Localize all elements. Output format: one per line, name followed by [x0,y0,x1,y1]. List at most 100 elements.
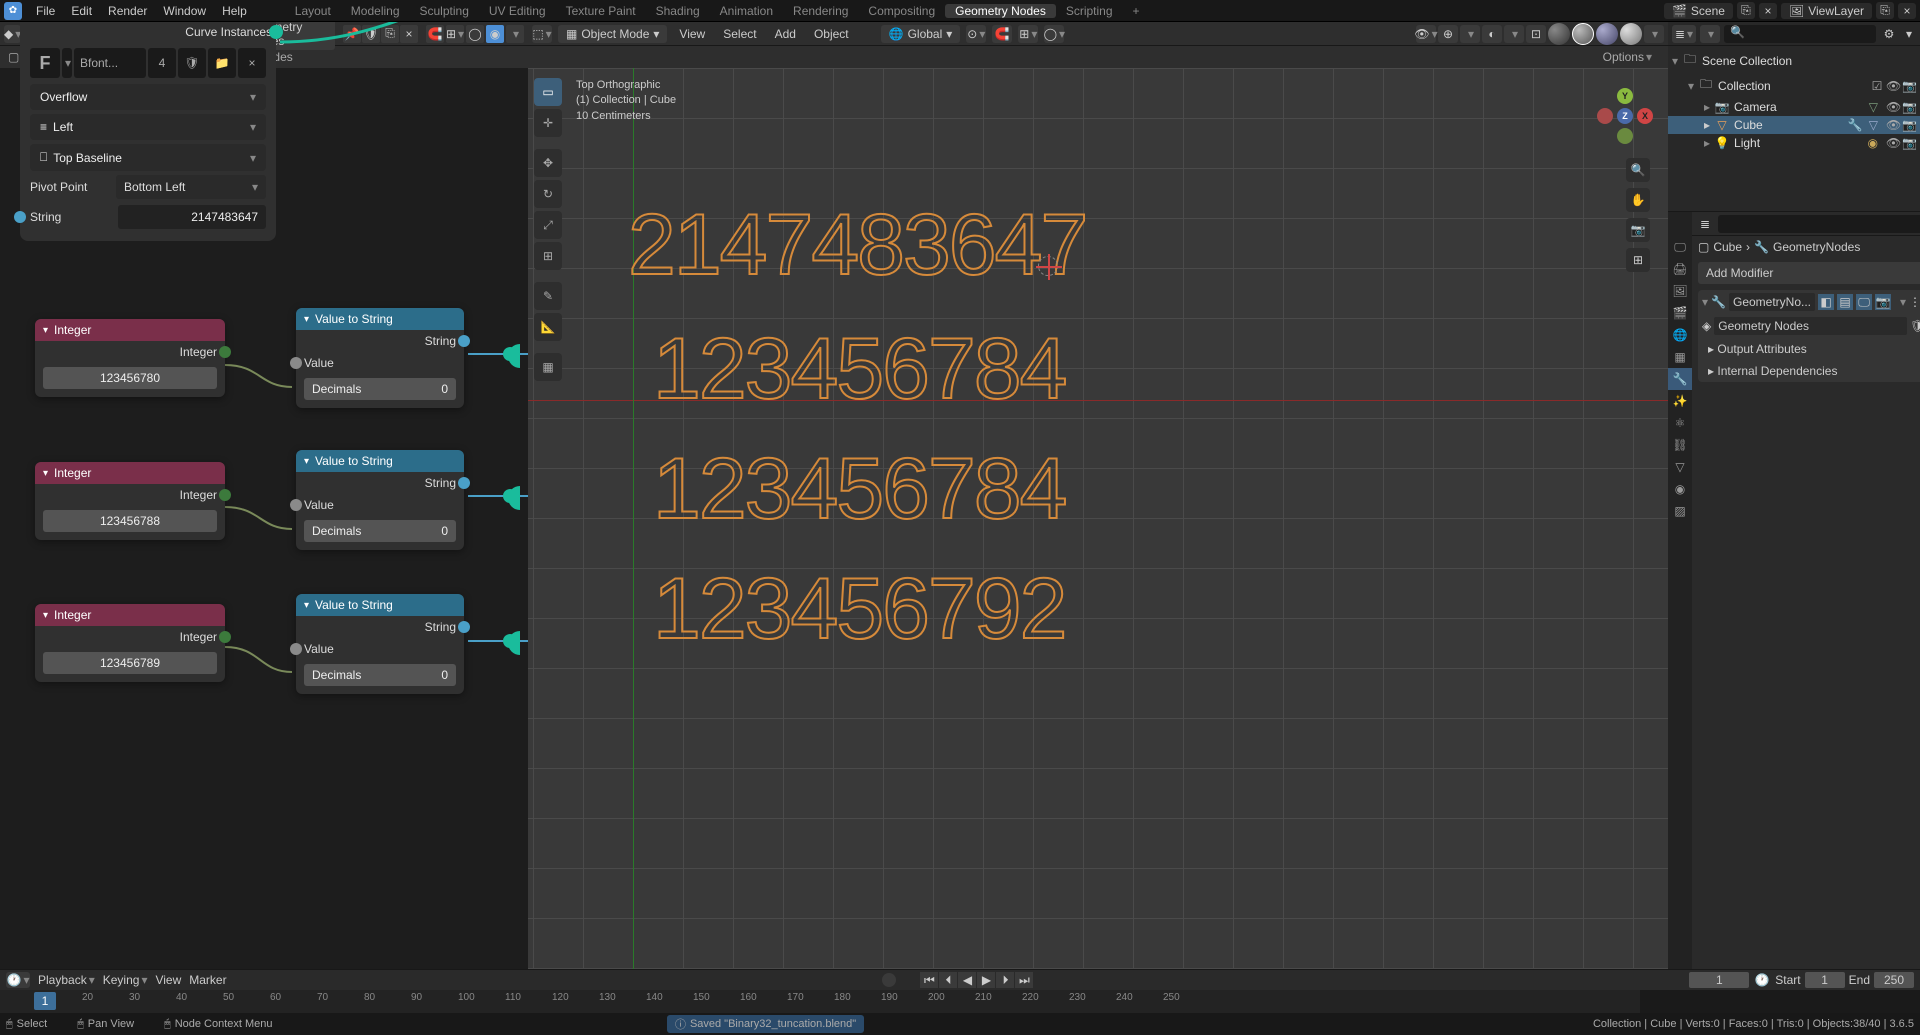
font-unlink[interactable]: × [238,48,266,78]
disable-toggle[interactable]: 📷 [1902,136,1916,150]
tool-scale[interactable]: ⤢ [534,211,562,239]
outliner-light[interactable]: ▸💡 Light ◉ 👁📷 [1668,134,1920,152]
socket-value-in[interactable] [290,499,302,511]
font-fakeuser[interactable]: 🛡 [178,48,206,78]
align-y-dropdown[interactable]: ⎕Top Baseline▾ [30,144,266,171]
tool-cursor[interactable]: ✛ [534,109,562,137]
outliner-scene-collection[interactable]: ▾🗀 Scene Collection [1668,48,1920,73]
tool-rotate[interactable]: ↻ [534,180,562,208]
proptab-material[interactable]: ◉ [1668,478,1692,500]
gizmo-x[interactable]: X [1637,108,1653,124]
proptab-particles[interactable]: ✨ [1668,390,1692,412]
shading-matprev[interactable] [1596,23,1618,45]
workspace-shading[interactable]: Shading [646,4,710,18]
proptab-object[interactable]: ▦ [1668,346,1692,368]
vp-menu-select[interactable]: Select [717,27,762,41]
workspace-sculpting[interactable]: Sculpting [410,4,479,18]
proptab-render[interactable]: 🖵 [1668,236,1692,258]
jump-end[interactable]: ⏭ [1015,972,1033,988]
viewlayer-new[interactable]: ⎘ [1876,2,1894,19]
preview-range-toggle[interactable]: 🕐 [1753,973,1771,987]
menu-render[interactable]: Render [100,4,155,18]
proptab-data[interactable]: ▽ [1668,456,1692,478]
timeline-view[interactable]: View [155,973,181,987]
perspective-icon[interactable]: ⊞ [1626,248,1650,272]
socket-integer-out[interactable] [219,489,231,501]
workspace-add[interactable]: + [1123,4,1150,18]
snap-toggle-vp[interactable]: 🧲 [992,25,1012,43]
outliner-cube[interactable]: ▸▽ Cube 🔧 ▽ 👁📷 [1668,116,1920,134]
overlay-dropdown-vp[interactable] [1504,25,1524,43]
decimals-field[interactable]: 0 [441,382,448,396]
proptab-physics[interactable]: ⚛ [1668,412,1692,434]
exclude-toggle[interactable]: ☑ [1870,79,1884,93]
proptab-texture[interactable]: ▨ [1668,500,1692,522]
gizmo-neg-y[interactable] [1617,128,1633,144]
proptab-world[interactable]: 🌐 [1668,324,1692,346]
playhead[interactable]: 1 [34,992,56,1010]
modifier-name-field[interactable]: GeometryNo... [1729,293,1815,311]
gizmo-toggle[interactable]: ⊕ [1438,25,1458,43]
zoom-icon[interactable]: 🔍 [1626,158,1650,182]
props-search[interactable] [1718,215,1920,233]
integer-node-3[interactable]: ▾Integer Integer 123456789 [35,604,225,682]
vp-menu-object[interactable]: Object [808,27,855,41]
end-frame-field[interactable]: 250 [1874,972,1914,988]
jump-start[interactable]: ⏮ [920,972,938,988]
workspace-layout[interactable]: Layout [285,4,341,18]
modifier-editmode-toggle[interactable]: ▤ [1837,294,1853,310]
decimals-field[interactable]: 0 [441,668,448,682]
shading-rendered[interactable] [1620,23,1642,45]
tool-measure[interactable]: 📐 [534,313,562,341]
timeline-editor-type[interactable]: 🕐 [6,972,30,988]
internal-dependencies-panel[interactable]: ▸ Internal Dependencies [1698,360,1920,382]
socket-value-in[interactable] [290,357,302,369]
hide-toggle[interactable]: 👁 [1886,136,1900,150]
outliner-type[interactable]: ≣ [1672,25,1696,43]
socket-string-out[interactable] [458,335,470,347]
visibility-dropdown[interactable]: 👁 [1416,25,1436,43]
socket-string-out[interactable] [458,477,470,489]
proptab-constraints[interactable]: ⛓ [1668,434,1692,456]
viewlayer-delete[interactable]: × [1898,3,1916,19]
proptab-modifier[interactable]: 🔧 [1668,368,1692,390]
workspace-modeling[interactable]: Modeling [341,4,410,18]
play[interactable]: ▶ [977,972,995,988]
disable-toggle[interactable]: 📷 [1902,79,1916,93]
proportional-edit[interactable]: ◯ [1044,25,1064,43]
current-frame-field[interactable]: 1 [1689,972,1749,988]
proptab-output[interactable]: 🖨 [1668,258,1692,280]
gizmo-y[interactable]: Y [1617,88,1633,104]
font-browse[interactable] [62,48,72,78]
play-reverse[interactable]: ◀ [958,972,976,988]
menu-file[interactable]: File [28,4,63,18]
scene-selector[interactable]: 🎬Scene [1664,3,1733,19]
integer-node-2[interactable]: ▾Integer Integer 123456788 [35,462,225,540]
keyframe-next[interactable]: ⏵ [996,972,1014,988]
menu-window[interactable]: Window [155,4,214,18]
timeline-keying[interactable]: Keying [103,973,148,987]
overflow-dropdown[interactable]: Overflow▾ [30,84,266,110]
font-field[interactable]: Bfont... [74,48,146,78]
socket-value-in[interactable] [290,643,302,655]
camera-icon[interactable]: 📷 [1626,218,1650,242]
modifier-extras[interactable] [1894,294,1910,310]
overlay-toggle-vp[interactable]: ◐ [1482,25,1502,43]
outliner-collection[interactable]: ▾🗀 Collection ☑👁📷 [1668,73,1920,98]
integer-value-field-1[interactable]: 123456780 [43,367,217,389]
nodegroup-field[interactable]: Geometry Nodes [1714,317,1907,335]
hide-toggle[interactable]: 👁 [1886,79,1900,93]
pivot-dropdown[interactable]: ⊙ [966,25,986,43]
gizmo-neg-x[interactable] [1597,108,1613,124]
integer-node-1[interactable]: ▾Integer Integer 123456780 [35,319,225,397]
string-to-curves-node[interactable]: Curve Instances F Bfont... 4 🛡 📁 × Overf… [20,22,276,241]
vp-menu-add[interactable]: Add [769,27,802,41]
viewport-3d[interactable]: ▭ ✛ ✥ ↻ ⤢ ⊞ ✎ 📐 ▦ Top Orthographic (1) C… [528,68,1668,969]
integer-value-field-2[interactable]: 123456788 [43,510,217,532]
modifier-collapse[interactable]: ▾ [1702,295,1708,309]
timeline-track[interactable]: 10 20 30 40 50 60 70 80 90 100 110 120 1… [0,990,1920,1014]
outliner-search[interactable]: 🔍 [1724,25,1876,43]
start-frame-field[interactable]: 1 [1805,972,1845,988]
pivot-dropdown[interactable]: Bottom Left ▾ [116,175,266,199]
string-value-field[interactable]: 2147483647 [118,205,266,229]
